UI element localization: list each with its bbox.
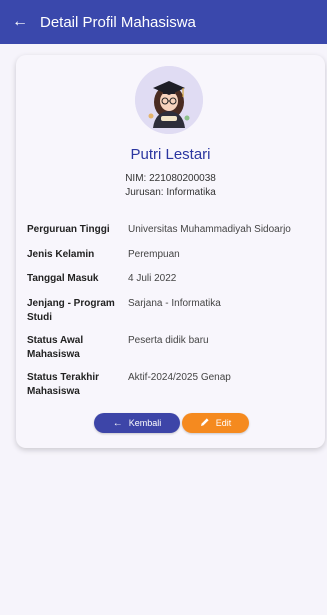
pencil-icon <box>200 417 210 430</box>
back-arrow-icon[interactable]: ← <box>2 0 38 44</box>
profile-card: Putri Lestari NIM: 221080200038 Jurusan:… <box>16 55 325 448</box>
back-button-label: Kembali <box>128 418 162 428</box>
detail-value: Perempuan <box>128 249 180 260</box>
detail-label: Tanggal Masuk <box>27 273 99 284</box>
detail-value: Universitas Muhammadiyah Sidoarjo <box>128 224 291 235</box>
arrow-left-icon: ← <box>112 417 123 429</box>
detail-label: Perguruan Tinggi <box>27 224 110 235</box>
edit-button-label: Edit <box>215 418 232 428</box>
detail-label: Status Awal Mahasiswa <box>27 335 84 360</box>
student-jurusan: Jurusan: Informatika <box>125 187 216 198</box>
edit-button[interactable]: Edit <box>182 413 249 433</box>
student-nim: NIM: 221080200038 <box>125 173 216 184</box>
detail-label: Jenis Kelamin <box>27 249 95 260</box>
app-bar: ← Detail Profil Mahasiswa <box>0 0 327 44</box>
back-button[interactable]: ← Kembali <box>94 413 180 433</box>
graduate-avatar-icon <box>135 66 203 134</box>
detail-value: Peserta didik baru <box>128 335 209 346</box>
detail-value: Aktif-2024/2025 Genap <box>128 372 231 383</box>
avatar <box>135 66 203 134</box>
page-title: Detail Profil Mahasiswa <box>40 13 196 31</box>
detail-value: Sarjana - Informatika <box>128 298 221 309</box>
detail-label: Status Terakhir Mahasiswa <box>27 372 100 397</box>
detail-label: Jenjang - Program Studi <box>27 298 115 323</box>
student-name: Putri Lestari <box>130 146 211 163</box>
detail-value: 4 Juli 2022 <box>128 273 177 284</box>
